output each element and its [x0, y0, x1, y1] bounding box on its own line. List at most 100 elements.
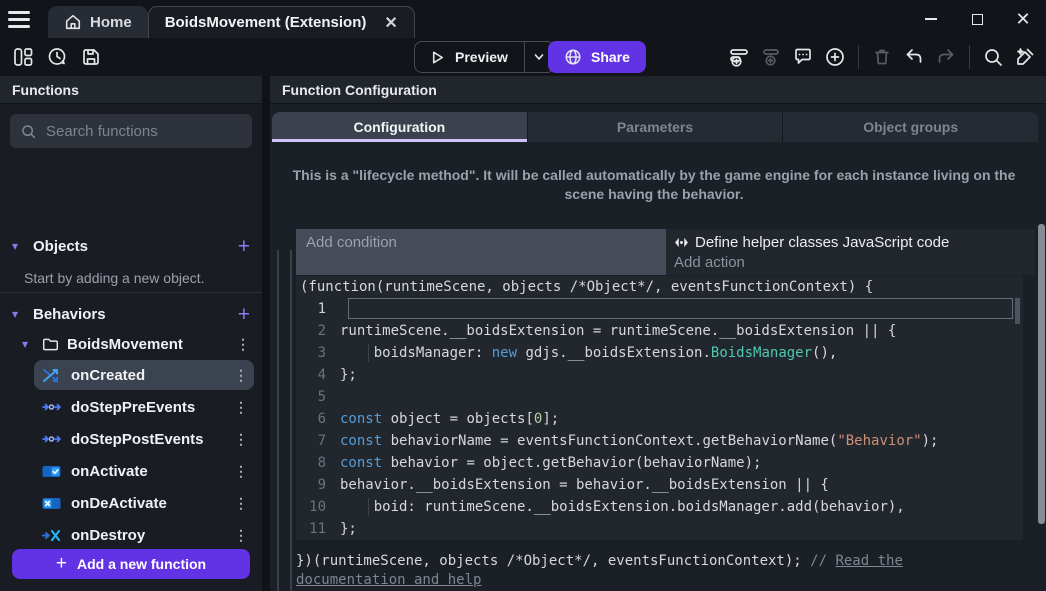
edit-pencil-icon	[1013, 45, 1037, 69]
undo-button[interactable]	[899, 42, 929, 72]
function-item-onactivate[interactable]: onActivate⋮	[34, 456, 254, 486]
function-item-movetoposition[interactable]: MoveToPosition⋮	[34, 584, 254, 591]
configuration-tabs: ConfigurationParametersObject groups	[272, 112, 1038, 142]
line-number: 1	[296, 298, 340, 320]
event-action-cell: Define helper classes JavaScript code Ad…	[666, 229, 1035, 275]
add-object-button[interactable]: +	[238, 236, 250, 257]
function-label: doStepPreEvents	[71, 399, 225, 416]
function-menu-button[interactable]: ⋮	[234, 527, 248, 544]
add-function-button[interactable]: + Add a new function	[12, 549, 250, 579]
folder-icon	[42, 337, 59, 352]
function-item-ondeactivate[interactable]: onDeActivate⋮	[34, 488, 254, 518]
save-button[interactable]	[76, 42, 106, 72]
delete-button[interactable]	[867, 42, 897, 72]
tab-boidsmovement[interactable]: BoidsMovement (Extension) ✕	[148, 6, 415, 38]
code-indent-guide	[368, 344, 369, 362]
code-lines: 12runtimeScene.__boidsExtension = runtim…	[296, 298, 1023, 540]
chevron-down-icon: ▾	[12, 239, 24, 253]
function-item-dosteppreevents[interactable]: doStepPreEvents ⋮	[34, 392, 254, 422]
divider	[0, 292, 262, 293]
search-icon	[982, 46, 1004, 68]
maximize-button[interactable]	[954, 0, 1000, 38]
function-menu-button[interactable]: ⋮	[234, 495, 248, 512]
minimize-button[interactable]	[908, 0, 954, 38]
line-number: 10	[296, 496, 340, 518]
tab-home[interactable]: Home	[48, 6, 148, 38]
redo-icon	[934, 45, 958, 69]
gdevelop-window: Home BoidsMovement (Extension) ✕ ✕	[0, 0, 1046, 591]
code-line-11[interactable]: 11};	[296, 518, 1023, 540]
created-icon	[42, 367, 62, 383]
add-event-icon	[727, 45, 751, 69]
share-label: Share	[591, 49, 630, 65]
tab-parameters[interactable]: Parameters	[528, 112, 784, 142]
folder-menu-button[interactable]: ⋮	[236, 336, 250, 353]
code-line-1[interactable]: 1	[296, 298, 1023, 320]
history-button[interactable]	[42, 42, 72, 72]
code-event-icon	[674, 237, 689, 248]
step-icon	[42, 431, 62, 447]
share-button[interactable]: Share	[548, 41, 646, 73]
search-events-button[interactable]	[978, 42, 1008, 72]
function-menu-button[interactable]: ⋮	[234, 431, 248, 448]
tab-close-icon[interactable]: ✕	[384, 13, 397, 33]
code-line-10[interactable]: 10 boid: runtimeScene.__boidsExtension.b…	[296, 496, 1023, 518]
behavior-folder-boidsmovement[interactable]: ▾ BoidsMovement ⋮	[0, 330, 262, 358]
add-event-button[interactable]	[724, 42, 754, 72]
code-line-8[interactable]: 8const behavior = object.getBehavior(beh…	[296, 452, 1023, 474]
function-menu-button[interactable]: ⋮	[234, 463, 248, 480]
main-menu-button[interactable]	[8, 8, 34, 30]
search-functions-input[interactable]	[46, 123, 226, 140]
function-menu-button[interactable]: ⋮	[234, 367, 248, 384]
js-code-editor[interactable]: (function(runtimeScene, objects /*Object…	[296, 276, 1023, 540]
add-function-label: Add a new function	[77, 556, 206, 572]
code-line-2[interactable]: 2runtimeScene.__boidsExtension = runtime…	[296, 320, 1023, 342]
tab-object-groups[interactable]: Object groups	[783, 112, 1038, 142]
code-line-4[interactable]: 4};	[296, 364, 1023, 386]
preview-split-button: Preview	[414, 41, 555, 73]
function-item-ondestroy[interactable]: onDestroy⋮	[34, 520, 254, 550]
add-element-button[interactable]	[820, 42, 850, 72]
add-subevent-button[interactable]	[756, 42, 786, 72]
code-line-6[interactable]: 6const object = objects[0];	[296, 408, 1023, 430]
tab-configuration[interactable]: Configuration	[272, 112, 528, 142]
behaviors-section-header[interactable]: ▾ Behaviors +	[0, 300, 262, 328]
code-footer-text: })(runtimeScene, objects /*Object*/, eve…	[296, 553, 810, 569]
globe-icon	[564, 48, 582, 66]
line-number: 5	[296, 386, 340, 408]
search-functions-box[interactable]	[10, 114, 252, 148]
toolbar: Preview Share	[0, 38, 1046, 76]
function-menu-button[interactable]: ⋮	[234, 399, 248, 416]
objects-section-header[interactable]: ▾ Objects +	[0, 232, 262, 260]
code-line-3[interactable]: 3 boidsManager: new gdjs.__boidsExtensio…	[296, 342, 1023, 364]
add-action-button[interactable]: Add action	[674, 254, 1027, 275]
line-text: };	[340, 364, 1023, 386]
undo-icon	[902, 45, 926, 69]
window-close-button[interactable]: ✕	[1000, 0, 1046, 38]
project-manager-button[interactable]	[8, 42, 38, 72]
line-text: runtimeScene.__boidsExtension = runtimeS…	[340, 320, 1023, 342]
preview-button[interactable]: Preview	[415, 41, 524, 73]
add-behavior-button[interactable]: +	[238, 304, 250, 325]
code-line-9[interactable]: 9behavior.__boidsExtension = behavior.__…	[296, 474, 1023, 496]
line-text: boidsManager: new gdjs.__boidsExtension.…	[340, 342, 1023, 364]
add-condition-button[interactable]: Add condition	[296, 229, 666, 275]
edit-extension-button[interactable]	[1010, 42, 1040, 72]
redo-button[interactable]	[931, 42, 961, 72]
js-event-title-row[interactable]: Define helper classes JavaScript code	[674, 231, 1027, 254]
objects-empty-hint: Start by adding a new object.	[24, 270, 205, 286]
function-item-oncreated[interactable]: onCreated⋮	[34, 360, 254, 390]
events-scrollbar-thumb[interactable]	[1038, 224, 1045, 524]
code-line-7[interactable]: 7const behaviorName = eventsFunctionCont…	[296, 430, 1023, 452]
js-event-title: Define helper classes JavaScript code	[695, 234, 949, 251]
deactivate-icon	[42, 495, 62, 511]
trash-icon	[871, 46, 893, 68]
add-comment-button[interactable]	[788, 42, 818, 72]
function-label: doStepPostEvents	[71, 431, 225, 448]
function-item-dosteppostevents[interactable]: doStepPostEvents ⋮	[34, 424, 254, 454]
function-configuration-title: Function Configuration	[270, 76, 1046, 104]
toolbar-separator	[969, 45, 970, 69]
preview-label: Preview	[455, 49, 508, 65]
line-number: 7	[296, 430, 340, 452]
code-line-5[interactable]: 5	[296, 386, 1023, 408]
